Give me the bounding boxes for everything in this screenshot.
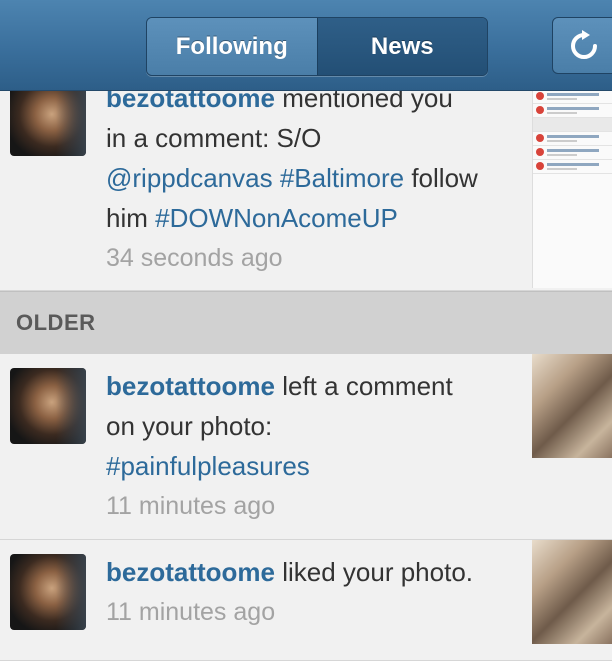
- photo-thumbnail[interactable]: [532, 354, 612, 458]
- avatar[interactable]: [10, 368, 86, 444]
- tab-news[interactable]: News: [316, 18, 487, 75]
- timestamp: 34 seconds ago: [106, 244, 283, 272]
- comment-text: in a comment: S/O: [106, 123, 322, 153]
- section-title: OLDER: [16, 310, 96, 335]
- avatar[interactable]: [10, 80, 86, 156]
- tab-following[interactable]: Following: [147, 18, 317, 75]
- top-nav-bar: Following News: [0, 0, 612, 91]
- refresh-button[interactable]: [552, 17, 612, 74]
- list-item[interactable]: bezotattoome left a comment on your phot…: [0, 354, 612, 540]
- list-item[interactable]: bezotattoome mentioned you in a comment:…: [0, 60, 612, 291]
- hashtag-link[interactable]: #Baltimore: [280, 163, 404, 193]
- comment-text: on your photo:: [106, 411, 273, 441]
- photo-thumbnail[interactable]: [532, 90, 612, 288]
- section-header: OLDER: [0, 291, 612, 355]
- hashtag-link[interactable]: #DOWNonAcomeUP: [155, 203, 398, 233]
- comment-text: follow: [404, 163, 478, 193]
- username-link[interactable]: bezotattoome: [106, 557, 275, 587]
- avatar[interactable]: [10, 554, 86, 630]
- mention-link[interactable]: @rippdcanvas: [106, 163, 273, 193]
- notification-label: left a comment: [275, 371, 453, 401]
- list-item[interactable]: bezotattoome liked your photo. 11 minute…: [0, 540, 612, 661]
- username-link[interactable]: bezotattoome: [106, 371, 275, 401]
- hashtag-link[interactable]: #painfulpleasures: [106, 446, 516, 486]
- timestamp: 11 minutes ago: [106, 492, 276, 520]
- comment-text: him: [106, 203, 156, 233]
- photo-thumbnail[interactable]: [532, 540, 612, 644]
- timestamp: 11 minutes ago: [106, 598, 276, 626]
- notification-text: bezotattoome left a comment on your phot…: [106, 366, 516, 526]
- refresh-icon: [571, 29, 597, 59]
- notification-text: bezotattoome mentioned you in a comment:…: [106, 78, 516, 278]
- feed-toggle: Following News: [146, 17, 488, 76]
- notification-label: liked your photo.: [275, 557, 474, 587]
- notification-text: bezotattoome liked your photo. 11 minute…: [106, 552, 516, 632]
